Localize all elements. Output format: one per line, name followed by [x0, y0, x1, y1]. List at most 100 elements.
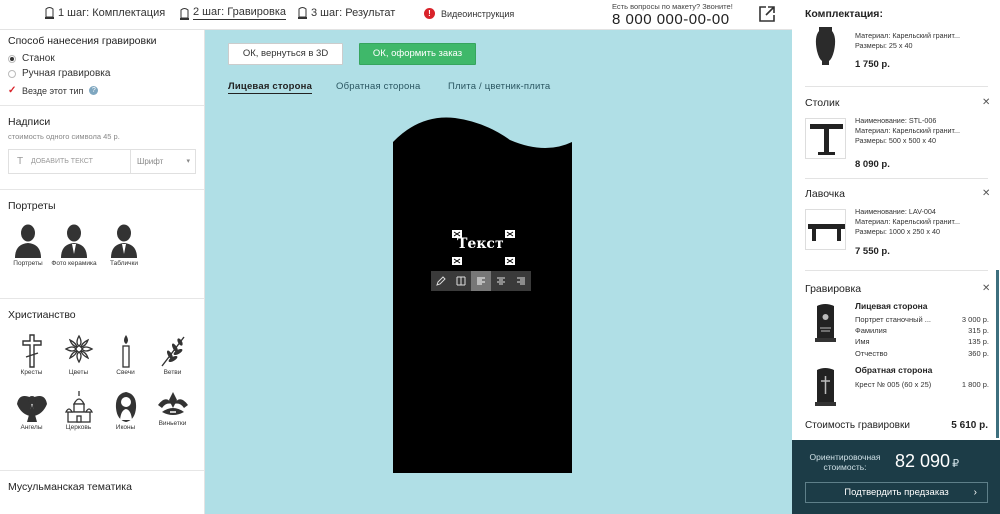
photo-ceramic-label: Фото керамика [51, 260, 97, 267]
back-row-cross: Крест № 005 (60 х 25) 1 800 р. [855, 380, 989, 389]
flower-icon [64, 334, 93, 364]
divider [805, 270, 988, 271]
person-suit-icon [111, 224, 137, 258]
radio-manual[interactable]: Ручная гравировка [8, 68, 196, 79]
row-price: 1 800 р. [961, 380, 989, 389]
remove-table-close-icon[interactable]: ✕ [982, 97, 990, 108]
summary-title: Комплектация: [805, 8, 883, 20]
front-row-surname: Фамилия 315 р. [855, 326, 989, 335]
bench-material: Материал: Карельский гранит... [855, 217, 961, 227]
everywhere-checkbox[interactable]: ✓ Везде этот тип ? [8, 85, 196, 96]
video-instruction-link[interactable]: ! Видеоинструкция [424, 8, 514, 19]
row-price: 360 р. [968, 349, 989, 358]
engraving-cost-label: Стоимость гравировки [805, 420, 910, 431]
top-item-price: 1 750 р. [855, 59, 890, 70]
text-height-button[interactable] [451, 271, 471, 291]
row-name: Портрет станочный ... [855, 315, 931, 324]
flowers-item[interactable]: Цветы [55, 333, 102, 376]
back-engraving-thumbnail [805, 366, 846, 407]
photo-ceramic-item[interactable]: Фото керамика [48, 224, 100, 267]
alert-icon: ! [424, 8, 435, 19]
table-material: Материал: Карельский гранит... [855, 126, 961, 136]
christianity-section: Христианство Кресты Цветы Свечи Ветви Ан… [0, 299, 204, 471]
align-center-button[interactable] [491, 271, 511, 291]
help-icon[interactable]: ? [89, 86, 99, 95]
divider [805, 178, 988, 179]
edit-button[interactable] [431, 271, 451, 291]
vignette-icon [157, 392, 188, 415]
external-link-icon[interactable] [758, 5, 776, 23]
video-instruction-label: Видеоинструкция [441, 8, 515, 19]
icons-item[interactable]: Иконы [102, 390, 149, 431]
table-price: 8 090 р. [855, 159, 890, 170]
portrait-label: Портреты [13, 260, 43, 267]
candles-item[interactable]: Свечи [102, 333, 149, 376]
bench-price: 7 550 р. [855, 246, 890, 257]
add-text-field[interactable]: T ДОБАВИТЬ ТЕКСТ Шрифт [8, 149, 196, 174]
row-price: 315 р. [968, 326, 989, 335]
table-title: Столик [805, 97, 840, 109]
step-2-tab[interactable]: 2 шаг: Гравировка [180, 6, 287, 20]
bench-name: Наименование: LAV-004 [855, 207, 936, 216]
bench-specs: Наименование: LAV-004 Материал: Карельск… [855, 207, 960, 238]
portraits-title: Портреты [8, 200, 56, 212]
plates-label: Таблички [109, 260, 138, 267]
step-3-label: 3 шаг: Результат [311, 6, 396, 19]
monument-front-icon [815, 304, 836, 342]
confirm-preorder-button[interactable]: Подтвердить предзаказ › [805, 482, 988, 503]
table-icon [810, 124, 843, 155]
pencil-icon [436, 276, 446, 286]
front-row-patronymic: Отчество 360 р. [855, 349, 989, 358]
summary-scrollbar[interactable] [996, 270, 999, 438]
radio-machine[interactable]: Станок [8, 53, 196, 64]
branch-icon [160, 336, 185, 367]
align-right-button[interactable] [511, 271, 531, 291]
inscriptions-section: Надписи стоимость одного символа 45 р. T… [0, 106, 204, 190]
step-1-label: 1 шаг: Комплектация [58, 6, 166, 19]
remove-bench-close-icon[interactable]: ✕ [982, 188, 990, 199]
step-1-tab[interactable]: 1 шаг: Комплектация [45, 6, 165, 19]
church-item[interactable]: Церковь [55, 390, 102, 431]
vignettes-item[interactable]: Виньетки [149, 390, 196, 431]
candles-label: Свечи [116, 369, 135, 376]
portrait-item[interactable]: Портреты [8, 224, 48, 267]
remove-engraving-close-icon[interactable]: ✕ [982, 283, 990, 294]
engraved-text[interactable]: Текст [457, 236, 504, 252]
align-left-icon [477, 277, 485, 285]
row-name: Фамилия [855, 326, 887, 335]
radio-machine-label: Станок [22, 53, 55, 64]
symbol-cost: стоимость одного символа 45 р. [8, 132, 120, 141]
row-price: 135 р. [968, 337, 989, 346]
muslim-section: Мусульманская тематика [0, 471, 204, 514]
front-side-title: Лицевая сторона [855, 301, 928, 311]
branches-item[interactable]: Ветви [149, 333, 196, 376]
angels-label: Ангелы [20, 424, 43, 431]
align-left-button[interactable] [471, 271, 491, 291]
back-side-title: Обратная сторона [855, 365, 933, 375]
angels-item[interactable]: Ангелы [8, 390, 55, 431]
row-price: 3 000 р. [961, 315, 989, 324]
plates-item[interactable]: Таблички [100, 224, 148, 267]
crosses-item[interactable]: Кресты [8, 333, 55, 376]
step-2-label: 2 шаг: Гравировка [193, 6, 287, 20]
checkmark-icon: ✓ [8, 85, 17, 96]
top-bar: 1 шаг: Комплектация 2 шаг: Гравировка 3 … [0, 0, 792, 30]
font-select[interactable]: Шрифт [131, 150, 195, 173]
table-thumbnail [805, 118, 846, 159]
bench-thumbnail [805, 209, 846, 250]
text-height-icon [456, 276, 466, 286]
add-text-placeholder: ДОБАВИТЬ ТЕКСТ [31, 150, 131, 173]
table-name: Наименование: STL-006 [855, 116, 937, 125]
crosses-label: Кресты [20, 369, 43, 376]
editor-canvas[interactable]: ОК, вернуться в 3D ОК, оформить заказ Ли… [205, 30, 792, 514]
phone-block: Есть вопросы по макету? Звоните! 8 000 0… [612, 2, 733, 28]
step-3-tab[interactable]: 3 шаг: Результат [298, 6, 395, 19]
vase-thumbnail [805, 25, 846, 69]
portraits-section: Портреты Портреты Фото керамика Таблички [0, 190, 204, 299]
confirm-preorder-label: Подтвердить предзаказ [844, 487, 949, 498]
top-item-specs: Материал: Карельский гранит... Размеры: … [855, 31, 960, 51]
radio-dot-icon [8, 54, 16, 63]
text-icon: T [16, 156, 24, 167]
radio-manual-label: Ручная гравировка [22, 68, 111, 79]
muslim-title: Мусульманская тематика [8, 481, 132, 493]
